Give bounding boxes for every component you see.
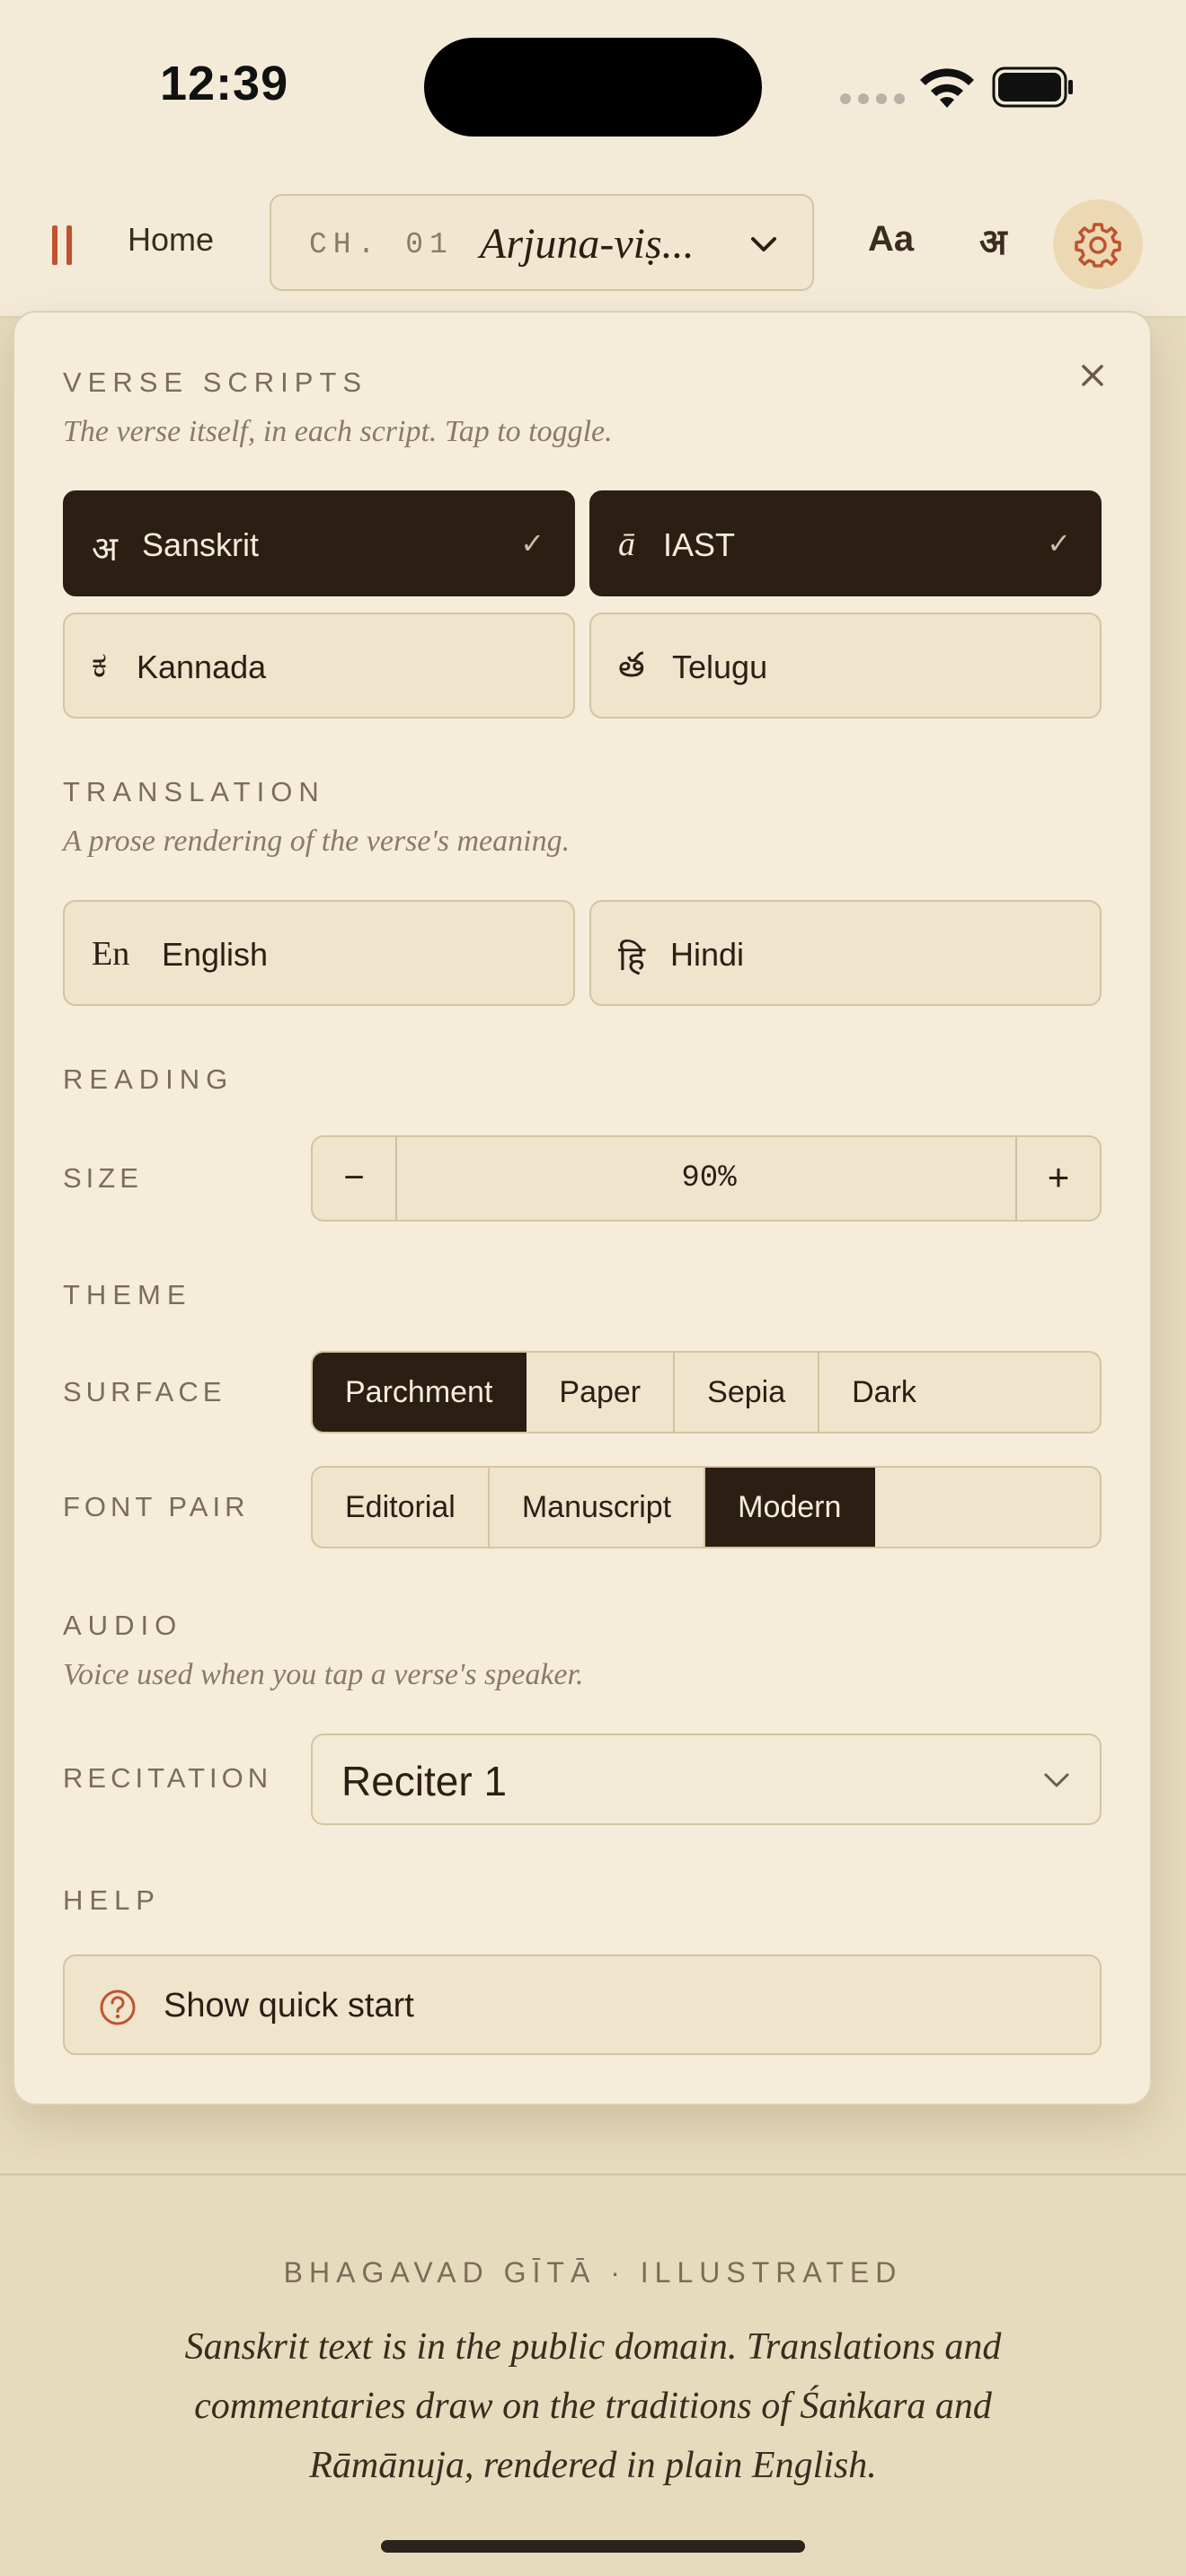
settings-panel: VERSE SCRIPTS The verse itself, in each …	[13, 311, 1152, 2105]
home-link[interactable]: Home	[128, 221, 214, 259]
iast-glyph-icon: ā	[618, 525, 635, 563]
check-icon: ✓	[1047, 527, 1071, 560]
dynamic-island	[424, 38, 762, 137]
telugu-glyph-icon: త	[618, 647, 645, 684]
footer-divider	[0, 2174, 1186, 2175]
chapter-number: CH. 01	[309, 228, 454, 261]
surface-option-paper[interactable]: Paper	[527, 1353, 676, 1432]
audio-subtitle: Voice used when you tap a verse's speake…	[63, 1658, 584, 1691]
text-size-stepper: − 90% +	[311, 1135, 1102, 1222]
footer-title: BHAGAVAD GĪTĀ · ILLUSTRATED	[283, 2256, 903, 2289]
quick-start-label: Show quick start	[164, 1987, 414, 2025]
reading-title: READING	[63, 1063, 235, 1095]
status-bar: 12:39	[0, 0, 1186, 171]
translation-option-label: Hindi	[670, 936, 745, 973]
audio-title: AUDIO	[63, 1610, 183, 1641]
translation-option-hindi[interactable]: हि Hindi	[589, 900, 1102, 1006]
script-option-iast[interactable]: ā IAST ✓	[589, 490, 1102, 596]
recitation-select[interactable]: Reciter 1	[311, 1734, 1102, 1825]
increase-size-button[interactable]: +	[1015, 1137, 1100, 1220]
wifi-icon	[920, 68, 974, 108]
script-option-label: Telugu	[672, 648, 768, 685]
surface-segmented-control: Parchment Paper Sepia Dark	[311, 1351, 1102, 1434]
translation-option-label: English	[162, 936, 269, 973]
top-navigation-bar: Home CH. 01 Arjuna-viṣ... Aa अ	[0, 171, 1186, 318]
battery-icon	[992, 66, 1073, 108]
english-glyph-icon: En	[92, 935, 130, 973]
recitation-value: Reciter 1	[341, 1758, 508, 1804]
chevron-down-icon	[751, 237, 776, 251]
decrease-size-button[interactable]: −	[313, 1137, 397, 1220]
gear-icon	[1075, 223, 1121, 268]
menu-bars-icon[interactable]	[52, 225, 77, 265]
home-indicator[interactable]	[381, 2540, 805, 2553]
help-title: HELP	[63, 1884, 161, 1916]
cellular-signal-icon	[840, 93, 905, 104]
script-option-telugu[interactable]: త Telugu	[589, 613, 1102, 719]
script-option-kannada[interactable]: ಕ Kannada	[63, 613, 575, 719]
font-pair-option-modern[interactable]: Modern	[705, 1468, 876, 1547]
surface-label: SURFACE	[63, 1376, 226, 1407]
chapter-name: Arjuna-viṣ...	[480, 220, 695, 268]
translation-option-english[interactable]: En English	[63, 900, 575, 1006]
recitation-label: RECITATION	[63, 1762, 273, 1794]
verse-scripts-subtitle: The verse itself, in each script. Tap to…	[63, 415, 613, 448]
surface-option-dark[interactable]: Dark	[819, 1353, 1100, 1432]
font-pair-option-manuscript[interactable]: Manuscript	[490, 1468, 706, 1547]
close-icon[interactable]	[1075, 357, 1111, 393]
translation-title: TRANSLATION	[63, 776, 325, 807]
script-option-label: IAST	[663, 526, 736, 563]
check-icon: ✓	[520, 527, 544, 560]
script-option-label: Kannada	[137, 648, 267, 685]
settings-button[interactable]	[1053, 199, 1143, 289]
chevron-down-icon	[1044, 1773, 1069, 1787]
font-settings-button[interactable]: Aa	[868, 219, 914, 260]
footer-text: Sanskrit text is in the public domain. T…	[184, 2326, 1002, 2486]
size-value: 90%	[681, 1161, 737, 1195]
script-option-label: Sanskrit	[142, 526, 260, 563]
script-toggle-button[interactable]: अ	[979, 216, 1007, 265]
translation-subtitle: A prose rendering of the verse's meaning…	[63, 825, 571, 858]
script-option-sanskrit[interactable]: अ Sanskrit ✓	[63, 490, 575, 596]
font-pair-segmented-control: Editorial Manuscript Modern	[311, 1466, 1102, 1548]
size-label: SIZE	[63, 1162, 143, 1194]
hindi-glyph-icon: हि	[618, 940, 646, 978]
surface-option-parchment[interactable]: Parchment	[313, 1353, 527, 1432]
verse-scripts-title: VERSE SCRIPTS	[63, 366, 368, 398]
show-quick-start-button[interactable]: Show quick start	[63, 1954, 1102, 2055]
devanagari-glyph-icon: अ	[92, 531, 119, 569]
question-circle-icon	[100, 1989, 136, 2025]
font-pair-option-editorial[interactable]: Editorial	[313, 1468, 490, 1547]
status-time: 12:39	[160, 57, 289, 110]
theme-title: THEME	[63, 1279, 192, 1310]
font-pair-label: FONT PAIR	[63, 1491, 250, 1522]
kannada-glyph-icon: ಕ	[92, 647, 108, 684]
surface-option-sepia[interactable]: Sepia	[675, 1353, 820, 1432]
chapter-selector[interactable]: CH. 01 Arjuna-viṣ...	[270, 194, 814, 291]
